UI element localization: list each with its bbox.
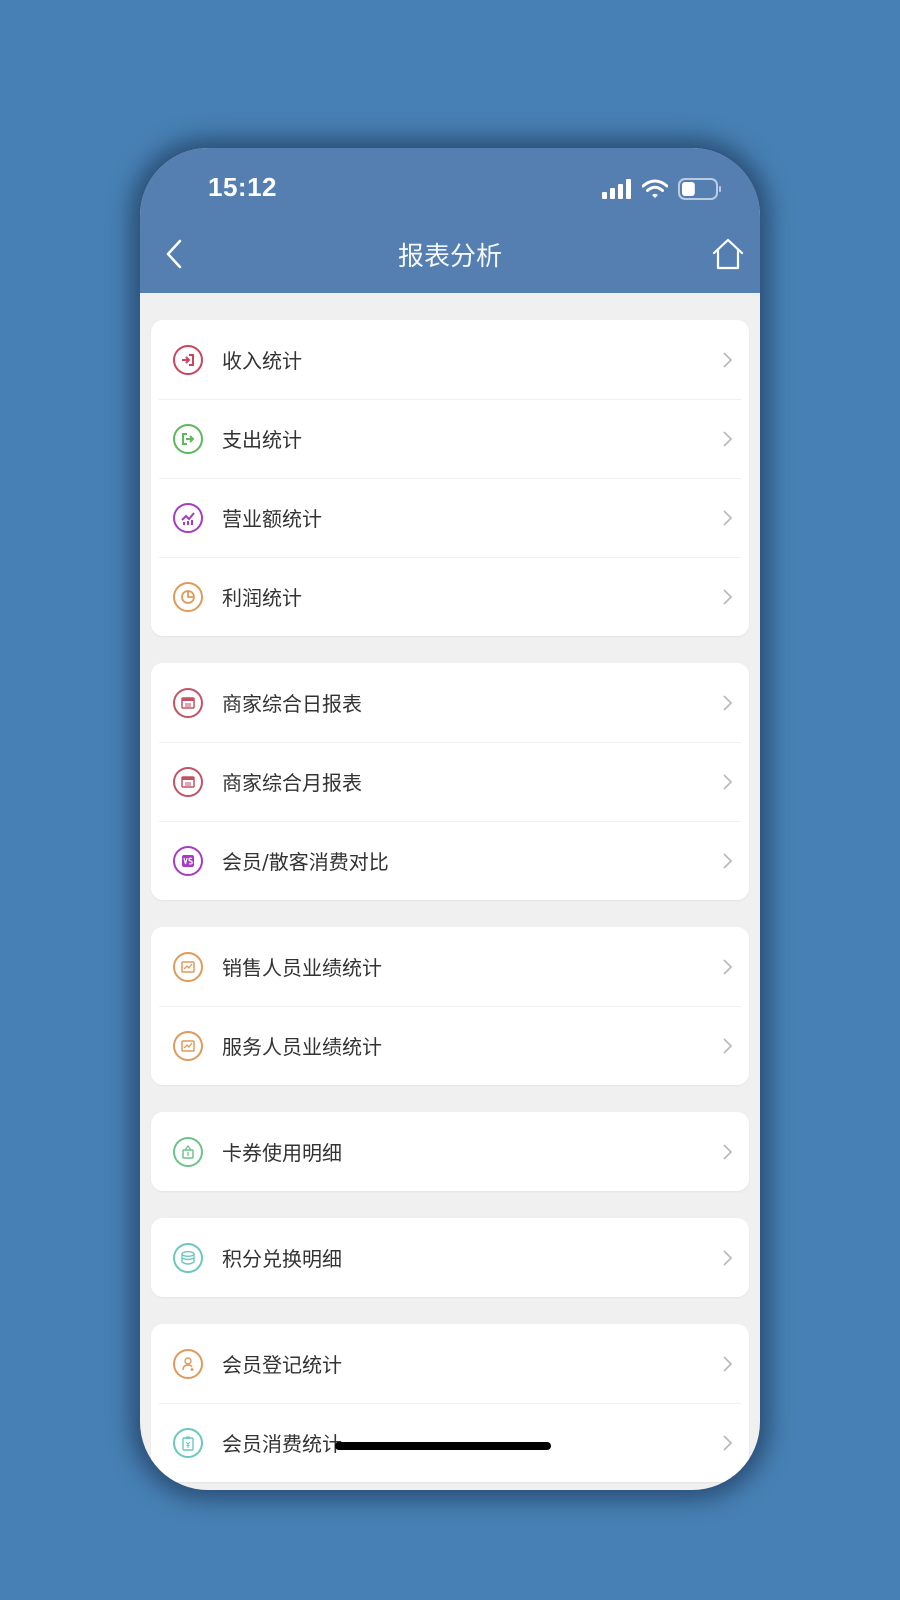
list-item-label: 支出统计 — [222, 428, 302, 452]
home-button[interactable] — [710, 236, 746, 272]
list-item-label: 利润统计 — [222, 586, 302, 610]
list-item-label: 会员消费统计 — [222, 1432, 342, 1456]
battery-icon — [678, 178, 721, 200]
chevron-right-icon — [723, 773, 733, 790]
home-indicator[interactable] — [335, 1442, 551, 1450]
list-item-member-registration[interactable]: 会员登记统计 — [151, 1324, 749, 1403]
chevron-right-icon — [723, 958, 733, 975]
chevron-right-icon — [723, 351, 733, 368]
points-stack-icon — [173, 1242, 203, 1273]
list-item-label: 积分兑换明细 — [222, 1247, 342, 1271]
list-item-sales-performance[interactable]: 销售人员业绩统计 — [151, 927, 749, 1006]
card-group-finance: 收入统计 支出统计 营业额统计 利润统计 — [151, 320, 749, 636]
list-item-label: 会员/散客消费对比 — [222, 850, 389, 874]
signal-icon — [602, 179, 631, 199]
turnover-chart-icon — [173, 502, 203, 533]
list-item-label: 会员登记统计 — [222, 1353, 342, 1377]
coupon-bag-icon — [173, 1136, 203, 1167]
list-item-label: 服务人员业绩统计 — [222, 1035, 382, 1059]
chevron-right-icon — [723, 852, 733, 869]
list-item-label: 商家综合日报表 — [222, 692, 362, 716]
chevron-right-icon — [723, 588, 733, 605]
chevron-right-icon — [723, 1037, 733, 1054]
list-item-monthly-report[interactable]: 商家综合月报表 — [151, 742, 749, 821]
list-item-service-performance[interactable]: 服务人员业绩统计 — [151, 1006, 749, 1085]
list-item-daily-report[interactable]: 商家综合日报表 — [151, 663, 749, 742]
home-icon — [712, 238, 744, 270]
status-time: 15:12 — [208, 172, 277, 202]
chevron-right-icon — [723, 1249, 733, 1266]
list-item-points-exchange[interactable]: 积分兑换明细 — [151, 1218, 749, 1297]
card-group-points: 积分兑换明细 — [151, 1218, 749, 1297]
card-group-reports: 商家综合日报表 商家综合月报表 会员/散客消费对比 — [151, 663, 749, 900]
card-group-members: 会员登记统计 会员消费统计 — [151, 1324, 749, 1482]
monthly-report-icon — [173, 766, 203, 797]
member-consume-icon — [173, 1427, 203, 1458]
vs-compare-icon — [173, 845, 203, 876]
page-title: 报表分析 — [397, 242, 502, 272]
list-item-label: 营业额统计 — [222, 507, 322, 531]
expense-icon — [173, 423, 203, 454]
chevron-right-icon — [723, 509, 733, 526]
sales-performance-icon — [173, 951, 203, 982]
chevron-right-icon — [723, 430, 733, 447]
list-item-turnover[interactable]: 营业额统计 — [151, 478, 749, 557]
chevron-right-icon — [723, 1434, 733, 1451]
income-icon — [173, 344, 203, 375]
list-item-profit[interactable]: 利润统计 — [151, 557, 749, 636]
member-register-icon — [173, 1348, 203, 1379]
service-performance-icon — [173, 1030, 203, 1061]
list-item-income[interactable]: 收入统计 — [151, 320, 749, 399]
list-item-coupon-usage[interactable]: 卡券使用明细 — [151, 1112, 749, 1191]
daily-report-icon — [173, 687, 203, 718]
chevron-right-icon — [723, 1355, 733, 1372]
status-icons — [602, 178, 722, 200]
list-item-expense[interactable]: 支出统计 — [151, 399, 749, 478]
card-group-coupons: 卡券使用明细 — [151, 1112, 749, 1191]
report-list: 收入统计 支出统计 营业额统计 利润统计 商家综合日报表 商家综合月报表 会员/… — [151, 320, 749, 1490]
header: 15:12 报表分析 — [140, 148, 760, 293]
list-item-label: 收入统计 — [222, 349, 302, 373]
list-item-label: 销售人员业绩统计 — [222, 956, 382, 980]
card-group-staff: 销售人员业绩统计 服务人员业绩统计 — [151, 927, 749, 1085]
chevron-right-icon — [723, 1143, 733, 1160]
phone-frame: 15:12 报表分析 收入统计 支出统计 营业额统计 利润统计 商家综合日报表 … — [140, 148, 760, 1490]
chevron-right-icon — [723, 694, 733, 711]
list-item-member-vs-guest[interactable]: 会员/散客消费对比 — [151, 821, 749, 900]
list-item-label: 商家综合月报表 — [222, 771, 362, 795]
list-item-label: 卡券使用明细 — [222, 1141, 342, 1165]
wifi-icon — [642, 179, 668, 198]
profit-pie-icon — [173, 581, 203, 612]
